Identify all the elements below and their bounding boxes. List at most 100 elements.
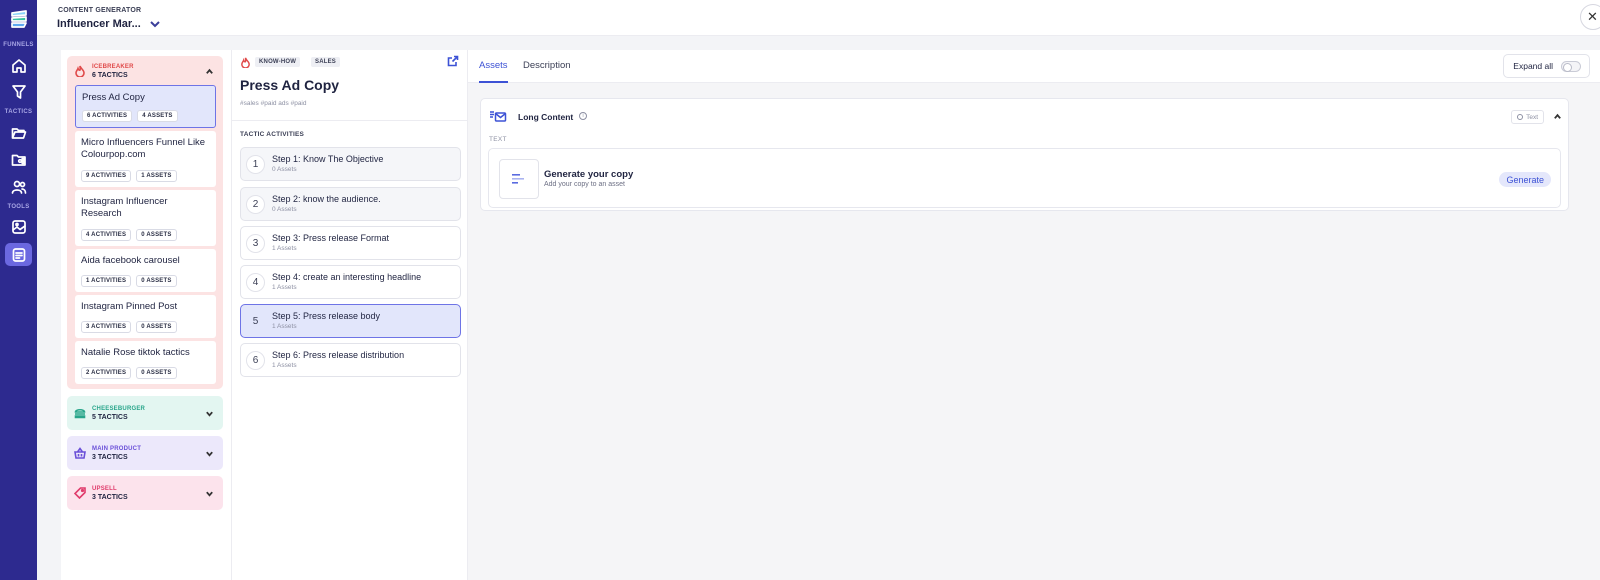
tactic-title: Micro Influencers Funnel Like Colourpop.…	[81, 137, 206, 160]
tab-assets[interactable]: Assets	[479, 60, 508, 83]
tactic-card[interactable]: Press Ad Copy 6 ACTIVITIES 4 ASSETS	[75, 85, 216, 128]
hashtags: #sales #paid ads #paid	[240, 100, 307, 107]
group-count: 3 TACTICS	[92, 493, 128, 501]
step-title: Step 6: Press release distribution	[272, 350, 405, 360]
tactic-card[interactable]: Micro Influencers Funnel Like Colourpop.…	[75, 131, 216, 187]
tactic-title: Natalie Rose tiktok tactics	[81, 347, 190, 358]
image-edit-icon[interactable]	[8, 216, 29, 237]
group-icebreaker: ICEBREAKER 6 TACTICS Press Ad Copy 6 ACT…	[67, 56, 223, 389]
basket-icon	[74, 447, 86, 459]
group-name: CHEESEBURGER	[92, 405, 146, 412]
divider	[232, 120, 468, 121]
toggle-switch[interactable]	[1561, 60, 1581, 72]
step-item[interactable]: 6 Step 6: Press release distribution 1 As…	[240, 343, 461, 377]
step-number: 5	[252, 315, 259, 327]
users-icon[interactable]	[8, 176, 29, 197]
tactic-card[interactable]: Instagram Pinned Post 3 ACTIVITIES 0 ASSE…	[75, 295, 216, 338]
step-assets: 0 Assets	[272, 166, 297, 173]
assets-chip: 0 ASSETS	[136, 229, 177, 241]
step-number: 3	[246, 233, 265, 253]
flame-icon	[75, 65, 85, 77]
activities-chip: 6 ACTIVITIES	[82, 110, 133, 122]
tag-sales: SALES	[311, 57, 341, 67]
step-title: Step 4: create an interesting headline	[272, 272, 422, 282]
activities-chip: 4 ACTIVITIES	[81, 229, 132, 241]
assets-chip: 0 ASSETS	[136, 321, 177, 333]
tag-icon	[74, 487, 86, 499]
group-count: 6 TACTICS	[92, 71, 128, 79]
tactic-card[interactable]: Natalie Rose tiktok tactics 2 ACTIVITIES…	[75, 341, 216, 384]
rail-section-funnels: FUNNELS	[3, 42, 34, 48]
tactics-panel: ICEBREAKER 6 TACTICS Press Ad Copy 6 ACT…	[61, 50, 231, 580]
document-lines-icon	[512, 174, 524, 184]
home-icon[interactable]	[8, 55, 29, 76]
step-assets: 1 Assets	[272, 362, 297, 369]
step-title: Step 1: Know The Objective	[272, 154, 384, 164]
step-assets: 1 Assets	[272, 323, 297, 330]
assets-chip: 0 ASSETS	[136, 275, 177, 287]
step-title: Step 3: Press release Format	[272, 233, 390, 243]
type-badge: Text	[1511, 110, 1544, 124]
external-link-icon[interactable]	[447, 55, 459, 67]
chevron-down-icon	[150, 21, 160, 28]
tab-description[interactable]: Description	[523, 60, 571, 71]
assets-panel: Assets Description Expand all Long Conte…	[468, 50, 1600, 580]
flame-icon	[241, 57, 250, 68]
activities-chip: 3 ACTIVITIES	[81, 321, 132, 333]
folder-shared-icon[interactable]	[8, 149, 29, 170]
step-item[interactable]: 1 Step 1: Know The Objective 0 Assets	[240, 147, 461, 181]
group-cheeseburger[interactable]: CHEESEBURGER 5 TACTICS	[67, 396, 223, 430]
step-title: Step 2: know the audience.	[272, 194, 381, 204]
chevron-down-icon	[206, 491, 213, 497]
step-item[interactable]: 2 Step 2: know the audience. 0 Assets	[240, 187, 461, 221]
burger-icon	[74, 408, 86, 419]
top-bar: CONTENT GENERATOR Influencer Mar... ✕	[37, 0, 1600, 36]
assets-chip: 4 ASSETS	[137, 110, 178, 122]
folder-open-icon[interactable]	[8, 122, 29, 143]
chevron-down-icon	[206, 451, 213, 457]
info-icon[interactable]: i	[579, 112, 587, 120]
project-selector[interactable]: Influencer Mar...	[57, 18, 161, 30]
step-title: Step 5: Press release body	[272, 311, 381, 321]
tactic-title: Instagram Influencer Research	[81, 196, 168, 219]
tactic-card[interactable]: Instagram Influencer Research 4 ACTIVITI…	[75, 190, 216, 246]
step-item[interactable]: 3 Step 3: Press release Format 1 Assets	[240, 226, 461, 260]
funnel-icon[interactable]	[8, 81, 29, 102]
step-item[interactable]: 4 Step 4: create an interesting headline…	[240, 265, 461, 299]
tactic-card[interactable]: Aida facebook carousel 1 ACTIVITIES 0 ASS…	[75, 249, 216, 292]
group-main-product[interactable]: MAIN PRODUCT 3 TACTICS	[67, 436, 223, 470]
tactic-detail-panel: KNOW-HOW SALES Press Ad Copy #sales #pai…	[231, 50, 468, 580]
generate-button[interactable]: Generate	[1499, 172, 1551, 187]
left-rail: FUNNELS TACTICS TOOLS	[0, 0, 37, 580]
expand-all-toggle[interactable]: Expand all	[1503, 54, 1590, 78]
close-button[interactable]: ✕	[1580, 4, 1600, 30]
group-upsell[interactable]: UPSELL 3 TACTICS	[67, 476, 223, 510]
mail-list-icon	[490, 111, 507, 122]
group-header-icebreaker[interactable]: ICEBREAKER 6 TACTICS	[67, 56, 223, 86]
tabs-bar: Assets Description Expand all	[468, 50, 1600, 83]
section-caption: CONTENT GENERATOR	[58, 7, 142, 14]
group-count: 5 TACTICS	[92, 413, 128, 421]
activities-chip: 1 ACTIVITIES	[81, 275, 132, 287]
close-icon: ✕	[1587, 9, 1598, 24]
step-number: 2	[246, 194, 265, 214]
step-item[interactable]: 5 Step 5: Press release body 1 Assets	[240, 304, 461, 338]
assets-chip: 0 ASSETS	[136, 367, 177, 379]
chevron-up-icon[interactable]	[205, 67, 214, 76]
group-count: 3 TACTICS	[92, 453, 128, 461]
rail-section-tactics: TACTICS	[4, 109, 33, 115]
step-assets: 0 Assets	[272, 206, 297, 213]
chevron-down-icon	[206, 411, 213, 417]
step-assets: 1 Assets	[272, 245, 297, 252]
tactic-title: Press Ad Copy	[240, 77, 340, 93]
step-assets: 1 Assets	[272, 284, 297, 291]
step-number: 4	[246, 272, 265, 292]
project-name: Influencer Mar...	[57, 18, 141, 30]
chevron-up-icon[interactable]	[1553, 112, 1562, 121]
group-name: MAIN PRODUCT	[92, 445, 142, 452]
group-name: UPSELL	[92, 485, 117, 492]
group-name: ICEBREAKER	[92, 63, 134, 70]
generate-copy-box: Generate your copy Add your copy to an a…	[488, 148, 1561, 208]
content-generator-icon[interactable]	[5, 243, 32, 266]
tactic-title: Instagram Pinned Post	[81, 301, 178, 312]
